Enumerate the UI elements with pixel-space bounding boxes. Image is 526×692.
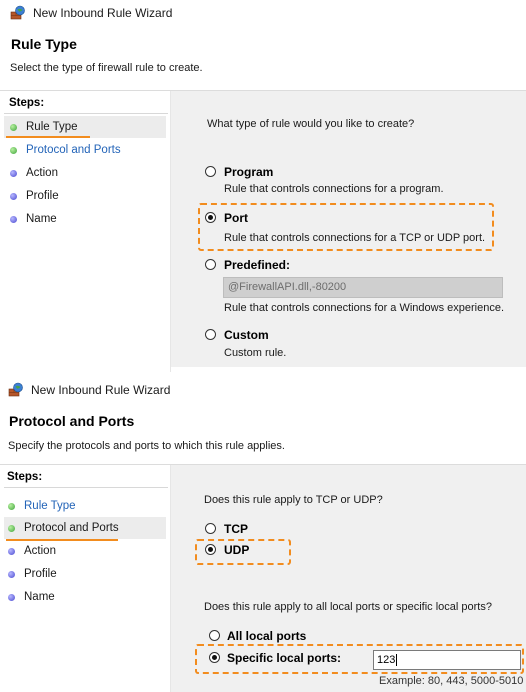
step-action: Action xyxy=(4,162,166,184)
predefined-select[interactable]: @FirewallAPI.dll,-80200 xyxy=(223,277,503,298)
step-pending-icon xyxy=(8,570,15,578)
step-pending-icon xyxy=(8,593,15,601)
content-pane: Does this rule apply to TCP or UDP? TCP … xyxy=(171,465,526,692)
step-rule-type[interactable]: Rule Type xyxy=(4,495,166,517)
step-action: Action xyxy=(4,540,166,562)
wizard-panel-protocol-ports: New Inbound Rule Wizard Protocol and Por… xyxy=(0,376,526,692)
program-option-desc: Rule that controls connections for a pro… xyxy=(224,183,444,195)
step-label: Name xyxy=(26,213,57,225)
step-name: Name xyxy=(4,586,166,608)
steps-title: Steps: xyxy=(9,97,45,109)
step-label: Rule Type xyxy=(24,500,76,512)
step-profile: Profile xyxy=(4,185,166,207)
program-option-label[interactable]: Program xyxy=(224,165,273,179)
step-complete-icon xyxy=(10,123,17,131)
step-label: Rule Type xyxy=(26,121,78,133)
step-profile: Profile xyxy=(4,563,166,585)
all-ports-radio[interactable] xyxy=(209,630,220,641)
steps-divider xyxy=(4,113,168,114)
step-label: Protocol and Ports xyxy=(26,144,121,156)
ports-example-text: Example: 80, 443, 5000-5010 xyxy=(379,675,524,687)
custom-radio[interactable] xyxy=(205,329,216,340)
title-bar: New Inbound Rule Wizard xyxy=(0,378,526,402)
port-highlight-box xyxy=(198,203,494,251)
step-complete-icon xyxy=(10,146,17,154)
step-protocol-and-ports[interactable]: Protocol and Ports xyxy=(4,517,166,539)
page-title: Protocol and Ports xyxy=(9,413,135,429)
window-title: New Inbound Rule Wizard xyxy=(31,383,171,397)
step-label: Profile xyxy=(24,568,57,580)
steps-pane: Steps: Rule Type Protocol and Ports Acti… xyxy=(0,91,171,372)
window-title: New Inbound Rule Wizard xyxy=(33,6,173,20)
specific-ports-highlight-box xyxy=(195,644,524,674)
page-subtitle: Specify the protocols and ports to which… xyxy=(8,440,285,452)
steps-pane: Steps: Rule Type Protocol and Ports Acti… xyxy=(0,465,171,692)
steps-divider xyxy=(4,487,168,488)
predefined-option-desc: Rule that controls connections for a Win… xyxy=(224,302,505,314)
step-label: Protocol and Ports xyxy=(24,522,119,534)
wizard-header: Protocol and Ports Specify the protocols… xyxy=(0,402,526,465)
predefined-option-label[interactable]: Predefined: xyxy=(224,258,290,272)
step-pending-icon xyxy=(10,169,17,177)
custom-option-label[interactable]: Custom xyxy=(224,328,269,342)
tcp-option-label[interactable]: TCP xyxy=(224,522,248,536)
step-label: Action xyxy=(24,545,56,557)
page-title: Rule Type xyxy=(11,36,77,52)
custom-option-desc: Custom rule. xyxy=(224,347,287,359)
highlight-underline xyxy=(6,136,90,138)
program-radio[interactable] xyxy=(205,166,216,177)
step-complete-icon xyxy=(8,524,15,532)
step-rule-type[interactable]: Rule Type xyxy=(4,116,166,138)
firewall-wizard-icon xyxy=(8,382,24,398)
step-pending-icon xyxy=(10,192,17,200)
step-label: Profile xyxy=(26,190,59,202)
step-label: Action xyxy=(26,167,58,179)
step-name: Name xyxy=(4,208,166,230)
step-protocol-and-ports[interactable]: Protocol and Ports xyxy=(4,139,166,161)
wizard-header: Rule Type Select the type of firewall ru… xyxy=(0,24,526,91)
step-pending-icon xyxy=(8,547,15,555)
content-pane: What type of rule would you like to crea… xyxy=(171,91,526,367)
step-label: Name xyxy=(24,591,55,603)
predefined-radio[interactable] xyxy=(205,259,216,270)
rule-type-question: What type of rule would you like to crea… xyxy=(207,118,415,130)
tcp-radio[interactable] xyxy=(205,523,216,534)
title-bar: New Inbound Rule Wizard xyxy=(0,1,526,25)
firewall-wizard-icon xyxy=(10,5,26,21)
udp-highlight-box xyxy=(195,539,291,565)
steps-title: Steps: xyxy=(7,471,43,483)
step-complete-icon xyxy=(8,502,15,510)
wizard-panel-rule-type: New Inbound Rule Wizard Rule Type Select… xyxy=(0,0,526,372)
step-pending-icon xyxy=(10,215,17,223)
all-ports-option-label[interactable]: All local ports xyxy=(227,629,306,643)
ports-question: Does this rule apply to all local ports … xyxy=(204,601,492,613)
page-subtitle: Select the type of firewall rule to crea… xyxy=(10,62,203,74)
protocol-question: Does this rule apply to TCP or UDP? xyxy=(204,494,383,506)
